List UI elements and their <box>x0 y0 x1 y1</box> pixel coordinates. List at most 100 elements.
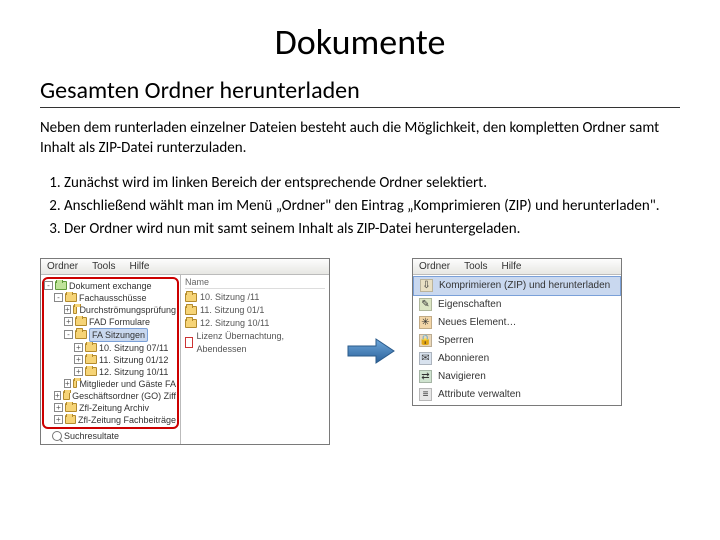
menu-item-icon: 🔒 <box>419 334 432 347</box>
arrow-icon <box>346 337 396 365</box>
menu-hilfe[interactable]: Hilfe <box>501 261 521 272</box>
search-results-node[interactable]: Suchresultate <box>42 430 179 442</box>
folder-icon <box>75 317 87 326</box>
section-heading: Gesamten Ordner herunterladen <box>40 76 680 108</box>
expand-toggle-icon[interactable]: + <box>64 305 71 314</box>
tree-node[interactable]: + Geschäftsordner (GO) Ziff <box>44 390 177 402</box>
folder-icon <box>185 319 197 328</box>
dropdown-item[interactable]: ⇄ Navigieren <box>413 368 621 386</box>
tree-node[interactable]: + Zfl-Zeitung Fachbeiträge <box>44 414 177 426</box>
tree-node-label: Fachausschüsse <box>79 292 147 304</box>
column-header-name: Name <box>185 277 325 289</box>
file-row[interactable]: Lizenz Übernachtung, Abendessen <box>185 330 325 356</box>
file-list: Name 10. Sitzung /1111. Sitzung 01/112. … <box>181 275 329 444</box>
dropdown-item-label: Neues Element… <box>438 316 516 330</box>
menu-tools[interactable]: Tools <box>92 261 115 272</box>
instruction-step: Der Ordner wird nun mit samt seinem Inha… <box>64 219 680 240</box>
menu-item-icon: ✎ <box>419 298 432 311</box>
dropdown-item[interactable]: ≡ Attribute verwalten <box>413 386 621 404</box>
expand-toggle-icon[interactable]: + <box>74 367 83 376</box>
tree-node-label: FA Sitzungen <box>89 328 148 342</box>
tree-node[interactable]: + FAD Formulare <box>44 316 177 328</box>
ordner-dropdown: ⇩ Komprimieren (ZIP) und herunterladen ✎ Ei… <box>413 275 621 405</box>
expand-toggle-icon[interactable]: + <box>74 355 83 364</box>
expand-toggle-icon[interactable]: + <box>54 415 63 424</box>
tree-node[interactable]: - FA Sitzungen <box>44 328 177 342</box>
menu-ordner[interactable]: Ordner <box>47 261 78 272</box>
tree-node-label: Mitglieder und Gäste FA <box>79 378 176 390</box>
dropdown-item[interactable]: ✉ Abonnieren <box>413 350 621 368</box>
folder-icon <box>73 379 78 388</box>
tree-node[interactable]: + Mitglieder und Gäste FA <box>44 378 177 390</box>
tree-node[interactable]: +11. Sitzung 01/12 <box>44 354 177 366</box>
file-label: Lizenz Übernachtung, Abendessen <box>196 330 325 356</box>
tree-node[interactable]: +12. Sitzung 10/11 <box>44 366 177 378</box>
pdf-icon <box>185 337 193 348</box>
page-title: Dokumente <box>40 20 680 64</box>
folder-icon <box>55 281 67 290</box>
tree-node[interactable]: - Fachausschüsse <box>44 292 177 304</box>
expand-toggle-icon[interactable]: + <box>74 343 83 352</box>
tree-node-label: Zfl-Zeitung Archiv <box>79 402 149 414</box>
folder-icon <box>85 343 97 352</box>
intro-paragraph: Neben dem runterladen einzelner Dateien … <box>40 118 680 159</box>
file-row[interactable]: 12. Sitzung 10/11 <box>185 317 325 330</box>
screenshot-tree-panel: Ordner Tools Hilfe -Dokument exchange-Fa… <box>40 258 330 445</box>
dropdown-item-label: Eigenschaften <box>438 298 501 312</box>
tree-node[interactable]: +Durchströmungsprüfung <box>44 304 177 316</box>
dropdown-item-label: Navigieren <box>438 370 486 384</box>
tree-node-label: 11. Sitzung 01/12 <box>99 354 168 366</box>
folder-icon <box>85 355 97 364</box>
folder-icon <box>73 305 78 314</box>
instruction-step: Zunächst wird im linken Bereich der ents… <box>64 173 680 194</box>
instruction-list: Zunächst wird im linken Bereich der ents… <box>64 173 680 240</box>
folder-icon <box>85 367 97 376</box>
folder-tree: -Dokument exchange-Fachausschüsse+Durchs… <box>41 275 181 444</box>
folder-icon <box>63 391 70 400</box>
folder-icon <box>185 293 197 302</box>
dropdown-item-label: Abonnieren <box>438 352 489 366</box>
menubar: Ordner Tools Hilfe <box>41 259 329 275</box>
menu-item-icon: ⇩ <box>420 279 433 292</box>
tree-node-label: Zfl-Zeitung Fachbeiträge <box>78 414 176 426</box>
collapse-toggle-icon[interactable]: - <box>44 281 53 290</box>
file-row[interactable]: 11. Sitzung 01/1 <box>185 304 325 317</box>
dropdown-item-label: Komprimieren (ZIP) und herunterladen <box>439 279 610 293</box>
expand-toggle-icon[interactable]: + <box>64 379 71 388</box>
highlight-rectangle: -Dokument exchange-Fachausschüsse+Durchs… <box>42 277 179 429</box>
folder-icon <box>65 415 76 424</box>
menu-ordner[interactable]: Ordner <box>419 261 450 272</box>
tree-node-label: Geschäftsordner (GO) Ziff <box>72 390 176 402</box>
folder-icon <box>65 403 77 412</box>
dropdown-item-label: Sperren <box>438 334 474 348</box>
menu-tools[interactable]: Tools <box>464 261 487 272</box>
tree-node[interactable]: +10. Sitzung 07/11 <box>44 342 177 354</box>
expand-toggle-icon[interactable]: + <box>64 317 73 326</box>
tree-node-label: FAD Formulare <box>89 316 150 328</box>
collapse-toggle-icon[interactable]: - <box>54 293 63 302</box>
collapse-toggle-icon[interactable]: - <box>64 330 73 339</box>
tree-node-label: 10. Sitzung 07/11 <box>99 342 168 354</box>
file-label: 12. Sitzung 10/11 <box>200 317 269 330</box>
menu-item-icon: ✉ <box>419 352 432 365</box>
dropdown-item[interactable]: 🔒 Sperren <box>413 332 621 350</box>
instruction-step: Anschließend wählt man im Menü „Ordner" … <box>64 196 680 217</box>
expand-toggle-icon[interactable]: + <box>54 403 63 412</box>
tree-node[interactable]: + Zfl-Zeitung Archiv <box>44 402 177 414</box>
tree-node-label: Dokument exchange <box>69 280 152 292</box>
menu-item-icon: ⇄ <box>419 370 432 383</box>
file-row[interactable]: 10. Sitzung /11 <box>185 291 325 304</box>
menu-item-icon: ≡ <box>419 388 432 401</box>
tree-node-label: 12. Sitzung 10/11 <box>99 366 168 378</box>
dropdown-item[interactable]: ✳Neues Element… <box>413 314 621 332</box>
screenshot-menu-panel: Ordner Tools Hilfe ⇩ Komprimieren (ZIP) u… <box>412 258 622 406</box>
search-results-label: Suchresultate <box>64 430 119 442</box>
tree-node[interactable]: - Dokument exchange <box>44 280 177 292</box>
dropdown-item[interactable]: ✎ Eigenschaften <box>413 296 621 314</box>
search-icon <box>52 431 62 441</box>
dropdown-item[interactable]: ⇩ Komprimieren (ZIP) und herunterladen <box>413 276 621 296</box>
expand-toggle-icon[interactable]: + <box>54 391 61 400</box>
file-label: 10. Sitzung /11 <box>200 291 259 304</box>
dropdown-item-label: Attribute verwalten <box>438 388 521 402</box>
menu-hilfe[interactable]: Hilfe <box>129 261 149 272</box>
